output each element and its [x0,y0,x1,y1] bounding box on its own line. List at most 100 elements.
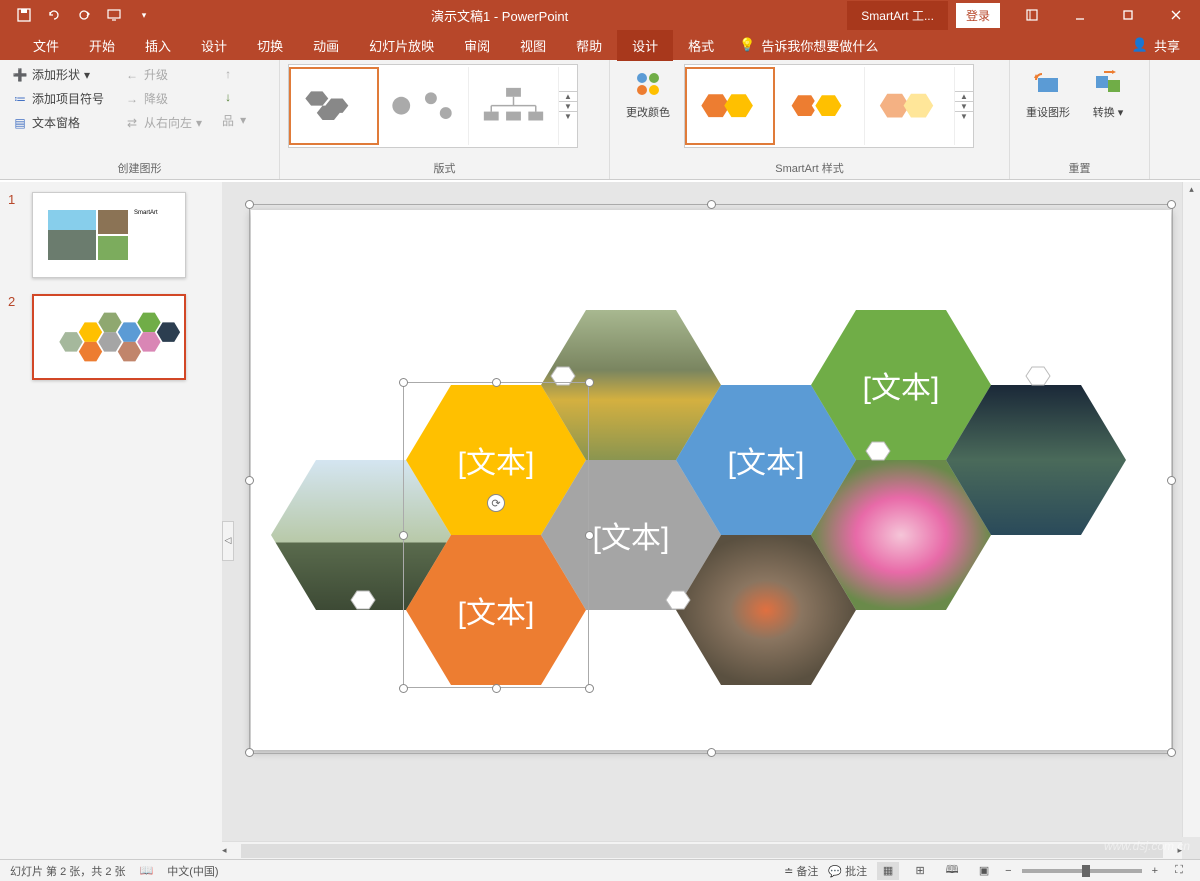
rtl-button: ⇄从右向左 ▾ [120,112,206,133]
add-bullet-button[interactable]: ≔添加项目符号 [8,88,108,109]
zoom-in-icon[interactable]: + [1152,865,1158,877]
shape-selection-box[interactable] [403,382,589,688]
layout-option-2[interactable] [379,67,469,145]
shape-handle[interactable] [399,531,408,540]
shape-handle[interactable] [399,378,408,387]
style-gallery: ▲▼▼ [684,64,974,148]
shape-handle[interactable] [492,378,501,387]
tab-smartart-design[interactable]: 设计 [617,30,673,61]
layout-gallery-scroll[interactable]: ▲▼▼ [559,91,577,121]
title-bar-right: SmartArt 工... 登录 [847,0,1200,30]
style-gallery-scroll[interactable]: ▲▼▼ [955,91,973,121]
zoom-out-icon[interactable]: − [1005,865,1011,877]
ribbon-tabs: 文件 开始 插入 设计 切换 动画 幻灯片放映 审阅 视图 帮助 设计 格式 💡… [0,30,1200,60]
convert-button[interactable]: 转换 ▾ [1084,64,1132,124]
slideshow-view-icon[interactable]: ▣ [973,862,995,880]
tab-transitions[interactable]: 切换 [242,30,298,61]
rtl-icon: ⇄ [124,115,140,131]
shape-handle[interactable] [585,378,594,387]
rotation-handle[interactable]: ⟳ [487,494,505,512]
slide-thumb-1[interactable]: 1 SmartArt [8,192,222,278]
normal-view-icon[interactable]: ▦ [877,862,899,880]
tab-animations[interactable]: 动画 [298,30,354,61]
selection-handle[interactable] [1167,200,1176,209]
layout-gallery: ▲▼▼ [288,64,578,148]
hex-text-gray[interactable]: [文本] [593,513,670,557]
work-area: 1 SmartArt 2 [0,182,1200,859]
demote-label: 降级 [144,90,168,107]
reset-graphic-button[interactable]: 重设图形 [1018,64,1078,124]
tell-me-label: 告诉我你想要做什么 [761,36,878,55]
group-label-reset: 重置 [1018,157,1141,179]
promote-button: ←升级 [120,64,206,85]
close-icon[interactable] [1152,0,1200,30]
zoom-slider[interactable] [1022,869,1142,873]
promote-icon: ← [124,67,140,83]
minimize-icon[interactable] [1056,0,1104,30]
text-pane-label: 文本窗格 [32,114,80,131]
layout-option-3[interactable] [469,67,559,145]
tab-file[interactable]: 文件 [18,30,74,61]
hex-text-blue[interactable]: [文本] [728,438,805,482]
ribbon-options-icon[interactable] [1008,0,1056,30]
tell-me[interactable]: 💡 告诉我你想要做什么 [739,36,878,55]
change-colors-button[interactable]: 更改颜色 [618,64,678,124]
fit-to-window-icon[interactable]: ⛶ [1168,862,1190,880]
text-pane-toggle[interactable]: ◁ [222,521,234,561]
text-pane-button[interactable]: ▤文本窗格 [8,112,108,133]
demote-icon: → [124,91,140,107]
status-bar: 幻灯片 第 2 张，共 2 张 📖 中文(中国) ≐ 备注 💬 批注 ▦ ⊞ 🕮… [0,859,1200,881]
tab-smartart-format[interactable]: 格式 [673,30,729,61]
tab-help[interactable]: 帮助 [561,30,617,61]
horizontal-scrollbar[interactable]: ◂ ▸ [222,841,1182,859]
comments-button[interactable]: 💬 批注 [828,863,867,879]
tab-home[interactable]: 开始 [74,30,130,61]
canvas-area[interactable]: [文本] [文本] [文本] [文本] [文本] ⟳ [222,182,1200,859]
shape-handle[interactable] [585,531,594,540]
notes-button[interactable]: ≐ 备注 [784,863,818,879]
language-label[interactable]: 中文(中国) [167,863,218,879]
tab-view[interactable]: 视图 [505,30,561,61]
layout-option-hexcluster[interactable] [289,67,379,145]
sorter-view-icon[interactable]: ⊞ [909,862,931,880]
layout-button: 品▾ [216,110,250,130]
shape-handle[interactable] [585,684,594,693]
style-option-3[interactable] [865,67,955,145]
spellcheck-icon[interactable]: 📖 [140,864,154,877]
group-label-layouts: 版式 [288,157,601,179]
add-shape-button[interactable]: ➕添加形状 ▾ [8,64,108,85]
contextual-tab-label[interactable]: SmartArt 工... [847,1,948,30]
slideshow-icon[interactable] [106,7,122,23]
slide-canvas[interactable]: [文本] [文本] [文本] [文本] [文本] ⟳ [251,210,1171,750]
maximize-icon[interactable] [1104,0,1152,30]
style-option-1[interactable] [685,67,775,145]
text-pane-icon: ▤ [12,115,28,131]
vertical-scrollbar[interactable]: ▴ [1182,182,1200,837]
slide-thumb-2[interactable]: 2 [8,294,222,380]
shape-handle[interactable] [492,684,501,693]
redo-icon[interactable] [76,7,92,23]
hex-text-green[interactable]: [文本] [863,363,940,407]
selection-handle[interactable] [245,200,254,209]
selection-handle[interactable] [707,200,716,209]
slides-panel[interactable]: 1 SmartArt 2 [0,182,222,859]
share-icon: 👤 [1132,37,1148,53]
tab-review[interactable]: 审阅 [449,30,505,61]
reading-view-icon[interactable]: 🕮 [941,862,963,880]
tab-design[interactable]: 设计 [186,30,242,61]
login-button[interactable]: 登录 [956,3,1000,28]
smartart-hexagon-cluster[interactable] [251,210,1171,750]
slide-number-1: 1 [8,192,22,278]
shape-handle[interactable] [399,684,408,693]
ribbon: ➕添加形状 ▾ ≔添加项目符号 ▤文本窗格 ←升级 →降级 ⇄从右向左 ▾ ↑ … [0,60,1200,180]
tab-slideshow[interactable]: 幻灯片放映 [354,30,449,61]
share-button[interactable]: 👤 共享 [1132,36,1180,55]
qat-more-icon[interactable]: ▾ [136,7,152,23]
save-icon[interactable] [16,7,32,23]
move-down-button[interactable]: ↓ [216,87,250,107]
undo-icon[interactable] [46,7,62,23]
tab-insert[interactable]: 插入 [130,30,186,61]
add-shape-label: 添加形状 [32,66,80,83]
slide-counter[interactable]: 幻灯片 第 2 张，共 2 张 [10,863,126,879]
style-option-2[interactable] [775,67,865,145]
